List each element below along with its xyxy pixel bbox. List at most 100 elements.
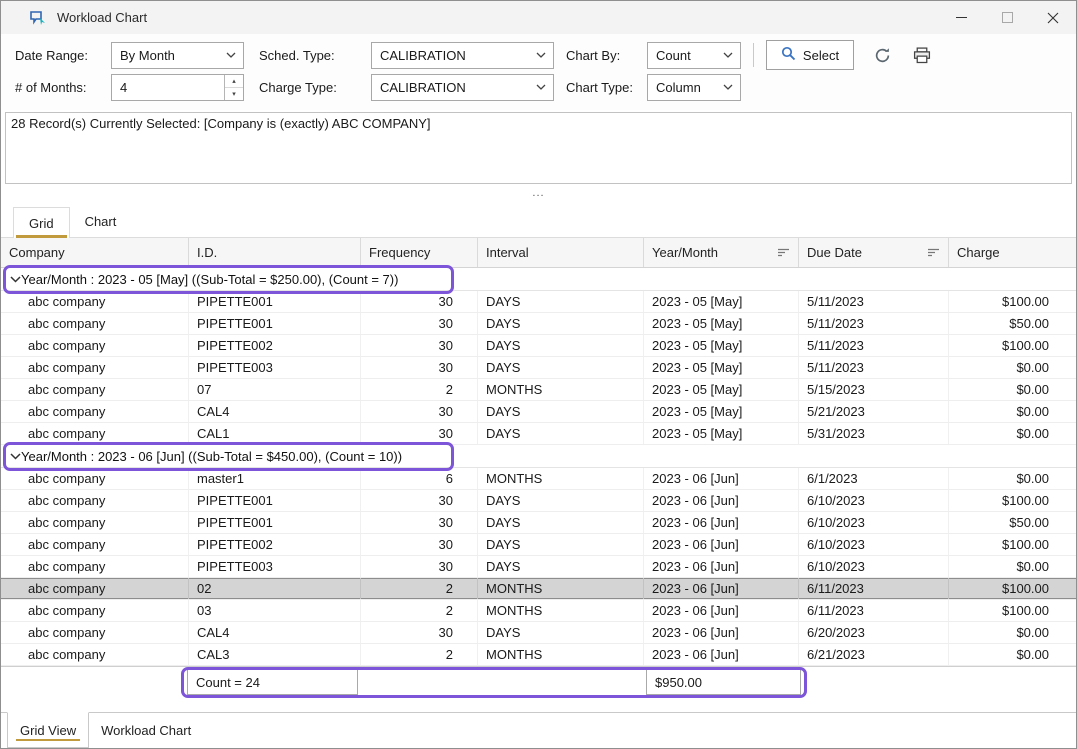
table-row[interactable]: abc companyPIPETTE00330DAYS2023 - 06 [Ju… bbox=[1, 556, 1076, 578]
sched-type-value: CALIBRATION bbox=[380, 48, 466, 63]
chart-by-select[interactable]: Count bbox=[647, 42, 741, 69]
chevron-down-icon bbox=[536, 52, 546, 58]
group-header-label: Year/Month : 2023 - 05 [May] ((Sub-Total… bbox=[21, 272, 398, 287]
table-row[interactable]: abc companyCAL130DAYS2023 - 05 [May]5/31… bbox=[1, 423, 1076, 445]
cell-year-month: 2023 - 05 [May] bbox=[644, 291, 799, 312]
search-icon bbox=[781, 46, 796, 64]
charge-type-select[interactable]: CALIBRATION bbox=[371, 74, 554, 101]
stepper-down-icon[interactable]: ▾ bbox=[225, 88, 243, 100]
cell-frequency: 2 bbox=[361, 600, 478, 621]
table-row[interactable]: abc companyCAL430DAYS2023 - 06 [Jun]6/20… bbox=[1, 622, 1076, 644]
cell-company: abc company bbox=[1, 512, 189, 533]
cell-company: abc company bbox=[1, 622, 189, 643]
column-header-company[interactable]: Company bbox=[1, 238, 189, 267]
select-button[interactable]: Select bbox=[766, 40, 854, 70]
tab-grid-view[interactable]: Grid View bbox=[7, 712, 89, 748]
toolbar: Date Range: By Month Sched. Type: CALIBR… bbox=[1, 34, 1076, 110]
cell-charge: $100.00 bbox=[949, 600, 1076, 621]
table-row[interactable]: abc companyPIPETTE00230DAYS2023 - 05 [Ma… bbox=[1, 335, 1076, 357]
table-row[interactable]: abc company032MONTHS2023 - 06 [Jun]6/11/… bbox=[1, 600, 1076, 622]
tab-chart[interactable]: Chart bbox=[70, 206, 132, 237]
cell-company: abc company bbox=[1, 313, 189, 334]
date-range-select[interactable]: By Month bbox=[111, 42, 244, 69]
cell-interval: DAYS bbox=[478, 423, 644, 444]
cell-year-month: 2023 - 05 [May] bbox=[644, 401, 799, 422]
maximize-button[interactable] bbox=[984, 1, 1030, 34]
chevron-down-icon bbox=[723, 52, 733, 58]
cell-interval: DAYS bbox=[478, 313, 644, 334]
column-header-charge[interactable]: Charge bbox=[949, 238, 1076, 267]
cell-charge: $0.00 bbox=[949, 556, 1076, 577]
group-header-label: Year/Month : 2023 - 06 [Jun] ((Sub-Total… bbox=[21, 449, 402, 464]
tab-workload-chart[interactable]: Workload Chart bbox=[89, 713, 203, 748]
sort-icon[interactable] bbox=[927, 248, 940, 257]
tab-label: Chart bbox=[85, 214, 117, 229]
cell-due-date: 6/10/2023 bbox=[799, 534, 949, 555]
chart-type-label: Chart Type: bbox=[566, 80, 647, 95]
filter-summary-text: 28 Record(s) Currently Selected: [Compan… bbox=[11, 116, 431, 131]
cell-year-month: 2023 - 06 [Jun] bbox=[644, 534, 799, 555]
splitter-handle[interactable]: ... bbox=[1, 184, 1076, 201]
num-months-label: # of Months: bbox=[15, 80, 111, 95]
chevron-down-icon[interactable] bbox=[1, 276, 21, 283]
cell-company: abc company bbox=[1, 534, 189, 555]
cell-charge: $50.00 bbox=[949, 313, 1076, 334]
stepper-up-icon[interactable]: ▴ bbox=[225, 75, 243, 88]
cell-company: abc company bbox=[1, 379, 189, 400]
table-row[interactable]: abc companyPIPETTE00130DAYS2023 - 05 [Ma… bbox=[1, 313, 1076, 335]
cell-frequency: 30 bbox=[361, 335, 478, 356]
sched-type-select[interactable]: CALIBRATION bbox=[371, 42, 554, 69]
sort-icon[interactable] bbox=[777, 248, 790, 257]
num-months-stepper[interactable]: 4 ▴ ▾ bbox=[111, 74, 244, 101]
chevron-down-icon[interactable] bbox=[1, 453, 21, 460]
column-header-year-month[interactable]: Year/Month bbox=[644, 238, 799, 267]
cell-frequency: 6 bbox=[361, 468, 478, 489]
cell-company: abc company bbox=[1, 357, 189, 378]
print-icon[interactable] bbox=[910, 43, 934, 67]
column-header-label: Due Date bbox=[807, 245, 862, 260]
table-row[interactable]: abc companyPIPETTE00130DAYS2023 - 06 [Ju… bbox=[1, 512, 1076, 534]
table-row[interactable]: abc companyCAL430DAYS2023 - 05 [May]5/21… bbox=[1, 401, 1076, 423]
cell-year-month: 2023 - 05 [May] bbox=[644, 379, 799, 400]
cell-frequency: 30 bbox=[361, 357, 478, 378]
column-header-id[interactable]: I.D. bbox=[189, 238, 361, 267]
cell-company: abc company bbox=[1, 335, 189, 356]
tab-grid[interactable]: Grid bbox=[13, 207, 70, 238]
minimize-button[interactable] bbox=[938, 1, 984, 34]
cell-due-date: 6/10/2023 bbox=[799, 556, 949, 577]
refresh-icon[interactable] bbox=[870, 43, 894, 67]
table-row[interactable]: abc companyCAL32MONTHS2023 - 06 [Jun]6/2… bbox=[1, 644, 1076, 666]
chart-type-select[interactable]: Column bbox=[647, 74, 741, 101]
cell-frequency: 2 bbox=[361, 578, 478, 599]
column-header-label: Interval bbox=[486, 245, 529, 260]
column-header-due-date[interactable]: Due Date bbox=[799, 238, 949, 267]
cell-id: PIPETTE001 bbox=[189, 512, 361, 533]
table-row[interactable]: abc company022MONTHS2023 - 06 [Jun]6/11/… bbox=[1, 578, 1076, 600]
chevron-down-icon bbox=[226, 52, 236, 58]
table-row[interactable]: abc companyPIPETTE00130DAYS2023 - 05 [Ma… bbox=[1, 291, 1076, 313]
group-row[interactable]: Year/Month : 2023 - 05 [May] ((Sub-Total… bbox=[1, 268, 1076, 291]
cell-interval: MONTHS bbox=[478, 468, 644, 489]
cell-frequency: 30 bbox=[361, 556, 478, 577]
table-row[interactable]: abc companyPIPETTE00230DAYS2023 - 06 [Ju… bbox=[1, 534, 1076, 556]
table-row[interactable]: abc companyPIPETTE00130DAYS2023 - 06 [Ju… bbox=[1, 490, 1076, 512]
column-header-frequency[interactable]: Frequency bbox=[361, 238, 478, 267]
cell-interval: DAYS bbox=[478, 556, 644, 577]
cell-id: PIPETTE002 bbox=[189, 534, 361, 555]
charge-type-label: Charge Type: bbox=[259, 80, 371, 95]
bottom-tab-strip: Grid View Workload Chart bbox=[1, 712, 1076, 748]
column-header-interval[interactable]: Interval bbox=[478, 238, 644, 267]
table-row[interactable]: abc companyPIPETTE00330DAYS2023 - 05 [Ma… bbox=[1, 357, 1076, 379]
cell-frequency: 30 bbox=[361, 490, 478, 511]
table-row[interactable]: abc companymaster16MONTHS2023 - 06 [Jun]… bbox=[1, 468, 1076, 490]
cell-company: abc company bbox=[1, 556, 189, 577]
cell-id: master1 bbox=[189, 468, 361, 489]
cell-due-date: 5/31/2023 bbox=[799, 423, 949, 444]
cell-year-month: 2023 - 05 [May] bbox=[644, 335, 799, 356]
cell-frequency: 30 bbox=[361, 313, 478, 334]
cell-company: abc company bbox=[1, 468, 189, 489]
table-row[interactable]: abc company072MONTHS2023 - 05 [May]5/15/… bbox=[1, 379, 1076, 401]
group-row[interactable]: Year/Month : 2023 - 06 [Jun] ((Sub-Total… bbox=[1, 445, 1076, 468]
close-button[interactable] bbox=[1030, 1, 1076, 34]
cell-frequency: 2 bbox=[361, 379, 478, 400]
